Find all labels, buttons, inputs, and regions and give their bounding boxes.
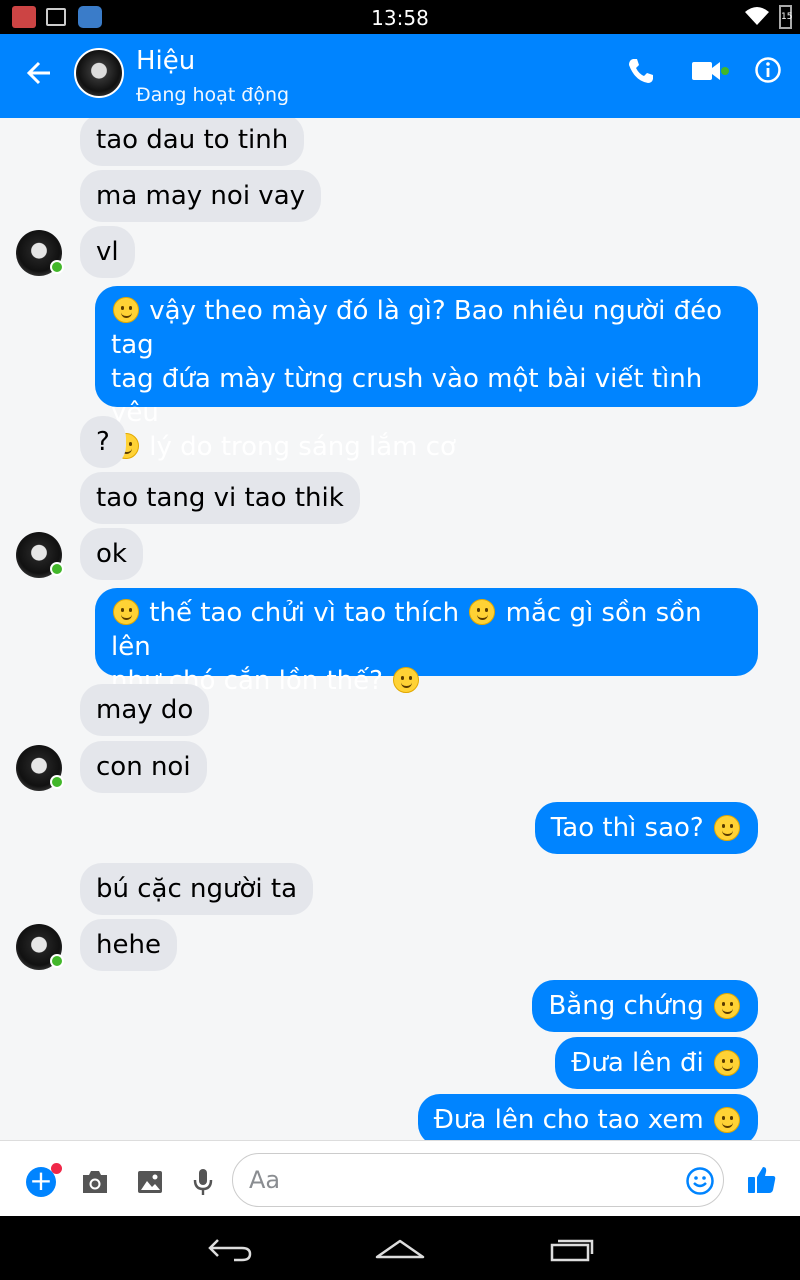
message-text: bú cặc người ta bbox=[96, 874, 298, 904]
clock: 13:58 bbox=[371, 6, 429, 30]
incoming-message[interactable]: ok bbox=[80, 528, 143, 580]
online-indicator bbox=[50, 954, 64, 968]
incoming-message[interactable]: con noi bbox=[80, 741, 207, 793]
incoming-message[interactable]: ma may noi vay bbox=[80, 170, 322, 222]
phone-call-icon[interactable] bbox=[626, 56, 656, 86]
outgoing-message[interactable]: Đưa lên đi bbox=[555, 1037, 758, 1089]
outgoing-message[interactable]: Đưa lên cho tao xem bbox=[417, 1094, 758, 1140]
sender-avatar[interactable] bbox=[16, 745, 64, 791]
smile-emoji-icon bbox=[393, 667, 420, 693]
system-navigation-bar bbox=[0, 1216, 800, 1280]
incoming-message[interactable]: hehe bbox=[80, 919, 177, 971]
smile-emoji-icon bbox=[714, 1050, 740, 1076]
message-list[interactable]: tao dau to tinh ma may noi vay vl vậy th… bbox=[0, 118, 800, 1140]
nav-back-icon[interactable] bbox=[206, 1236, 254, 1262]
message-text: ok bbox=[96, 539, 127, 569]
sender-avatar[interactable] bbox=[16, 924, 64, 970]
nav-home-icon[interactable] bbox=[374, 1238, 426, 1260]
nav-recent-apps-icon[interactable] bbox=[548, 1236, 596, 1262]
message-text: ma may noi vay bbox=[96, 181, 306, 211]
smile-emoji-icon bbox=[714, 1107, 740, 1133]
emoji-icon[interactable] bbox=[685, 1166, 715, 1196]
back-arrow-icon[interactable] bbox=[22, 56, 56, 90]
online-indicator bbox=[50, 260, 64, 274]
online-indicator bbox=[50, 775, 64, 789]
message-text: tao dau to tinh bbox=[96, 125, 289, 155]
incoming-message[interactable]: bú cặc người ta bbox=[80, 863, 314, 915]
message-text: vl bbox=[96, 237, 119, 267]
wifi-icon bbox=[745, 7, 769, 25]
battery-icon: 15 bbox=[779, 5, 792, 29]
smile-emoji-icon bbox=[714, 815, 740, 841]
incoming-message[interactable]: tao tang vi tao thik bbox=[80, 472, 360, 524]
sender-avatar[interactable] bbox=[16, 230, 64, 276]
active-status: Đang hoạt động bbox=[136, 84, 290, 106]
message-text: may do bbox=[96, 695, 194, 725]
outgoing-message[interactable]: Bằng chứng bbox=[532, 980, 758, 1032]
outgoing-message[interactable]: vậy theo mày đó là gì? Bao nhiêu người đ… bbox=[95, 286, 758, 462]
incoming-message[interactable]: vl bbox=[80, 226, 135, 278]
message-text: thế tao chửi vì tao thích bbox=[149, 598, 460, 628]
incoming-message[interactable]: may do bbox=[80, 684, 210, 736]
video-call-icon[interactable] bbox=[690, 58, 730, 84]
status-bar: 13:58 15 bbox=[0, 0, 800, 34]
smile-emoji-icon bbox=[113, 297, 139, 323]
thumbs-up-icon[interactable] bbox=[746, 1165, 778, 1195]
message-input[interactable]: Aa bbox=[232, 1153, 724, 1207]
message-text: Bằng chứng bbox=[548, 991, 704, 1021]
notification-dot bbox=[51, 1163, 62, 1174]
sender-avatar[interactable] bbox=[16, 532, 64, 578]
incoming-message[interactable]: ? bbox=[80, 416, 126, 468]
info-icon[interactable] bbox=[754, 56, 782, 84]
message-text: tao tang vi tao thik bbox=[96, 483, 344, 513]
message-text: Tao thì sao? bbox=[550, 813, 704, 843]
online-indicator bbox=[50, 562, 64, 576]
message-text: lý do trong sáng lắm cơ bbox=[149, 432, 456, 462]
plus-icon[interactable]: + bbox=[26, 1163, 62, 1197]
message-text: tag đứa mày từng crush vào một bài viết … bbox=[111, 364, 703, 428]
incoming-message[interactable]: tao dau to tinh bbox=[80, 118, 305, 166]
microphone-icon[interactable] bbox=[192, 1167, 214, 1197]
camera-icon[interactable] bbox=[80, 1169, 110, 1195]
contact-avatar[interactable] bbox=[74, 48, 124, 98]
conversation-header: Hiệu Đang hoạt động bbox=[0, 34, 800, 118]
message-text: hehe bbox=[96, 930, 161, 960]
message-text: Đưa lên cho tao xem bbox=[433, 1105, 704, 1135]
message-composer: + Aa bbox=[0, 1140, 800, 1216]
outgoing-message[interactable]: thế tao chửi vì tao thích mắc gì sồn sồn… bbox=[95, 588, 758, 696]
smile-emoji-icon bbox=[113, 599, 139, 625]
outgoing-message[interactable]: Tao thì sao? bbox=[534, 802, 758, 854]
smile-emoji-icon bbox=[714, 993, 740, 1019]
message-text: Đưa lên đi bbox=[571, 1048, 704, 1078]
message-text: vậy theo mày đó là gì? Bao nhiêu người đ… bbox=[111, 296, 723, 360]
image-icon[interactable] bbox=[136, 1169, 164, 1195]
message-input-placeholder: Aa bbox=[249, 1166, 281, 1194]
contact-name[interactable]: Hiệu bbox=[136, 46, 195, 76]
smile-emoji-icon bbox=[469, 599, 496, 625]
message-text: ? bbox=[96, 427, 110, 457]
message-text: con noi bbox=[96, 752, 191, 782]
